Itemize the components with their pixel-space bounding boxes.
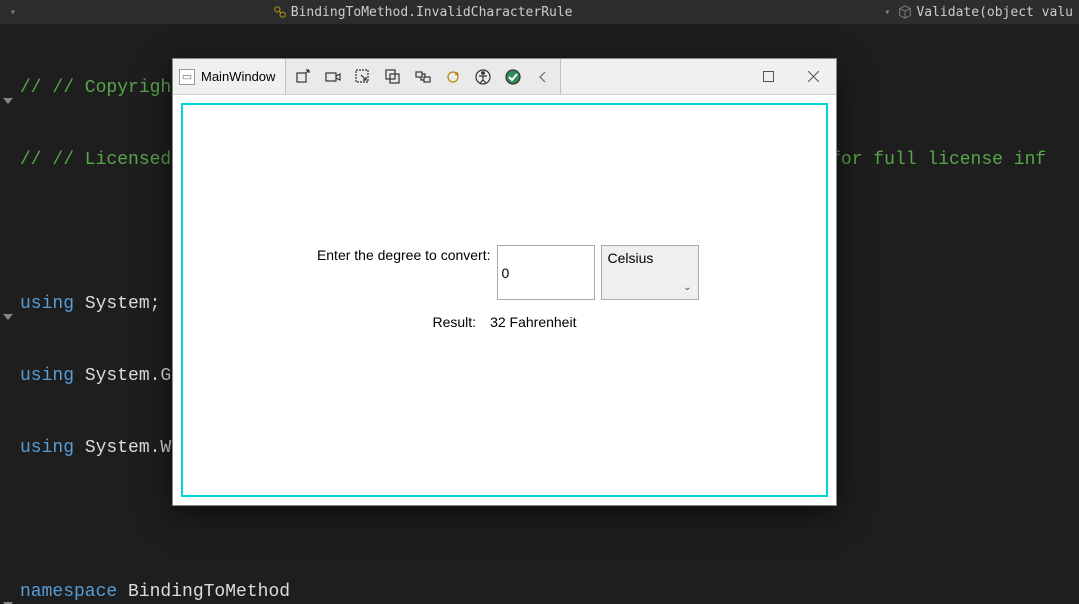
window-title: MainWindow: [201, 69, 285, 84]
chevron-left-icon[interactable]: [532, 66, 554, 88]
mainwindow-dialog: ▭ MainWindow Enter the degree to convert…: [172, 58, 837, 506]
unit-select[interactable]: Celsius ⌄: [601, 245, 699, 300]
target-icon[interactable]: [292, 66, 314, 88]
cursor-icon[interactable]: [352, 66, 374, 88]
result-value: 32 Fahrenheit: [490, 314, 576, 330]
xaml-debug-toolbar: [285, 59, 561, 94]
app-icon: ▭: [179, 69, 195, 85]
check-icon[interactable]: [502, 66, 524, 88]
result-label: Result:: [433, 314, 477, 330]
dropdown-arrow-icon[interactable]: ▾: [6, 5, 20, 20]
layers-icon[interactable]: [382, 66, 404, 88]
class-icon: [273, 5, 287, 19]
convert-label: Enter the degree to convert:: [311, 245, 491, 263]
camera-icon[interactable]: [322, 66, 344, 88]
navigation-bar: ▾ BindingToMethod.InvalidCharacterRule ▾…: [0, 0, 1079, 24]
method-icon: [898, 5, 912, 19]
accessibility-icon[interactable]: [472, 66, 494, 88]
unit-selected-value: Celsius: [608, 250, 654, 266]
maximize-button[interactable]: [746, 59, 791, 94]
dropdown-arrow-icon[interactable]: ▾: [880, 5, 894, 20]
code-keyword: namespace: [20, 580, 117, 604]
close-button[interactable]: [791, 59, 836, 94]
code-keyword: using: [20, 292, 74, 316]
code-keyword: using: [20, 364, 74, 388]
refresh-icon[interactable]: [442, 66, 464, 88]
degree-input[interactable]: [497, 245, 595, 300]
swap-icon[interactable]: [412, 66, 434, 88]
code-keyword: using: [20, 436, 74, 460]
window-client-area: Enter the degree to convert: Celsius ⌄ R…: [181, 103, 828, 497]
titlebar[interactable]: ▭ MainWindow: [173, 59, 836, 95]
method-dropdown[interactable]: Validate(object valu: [916, 5, 1073, 20]
chevron-down-icon: ⌄: [683, 282, 691, 293]
class-dropdown[interactable]: BindingToMethod.InvalidCharacterRule: [291, 5, 573, 20]
